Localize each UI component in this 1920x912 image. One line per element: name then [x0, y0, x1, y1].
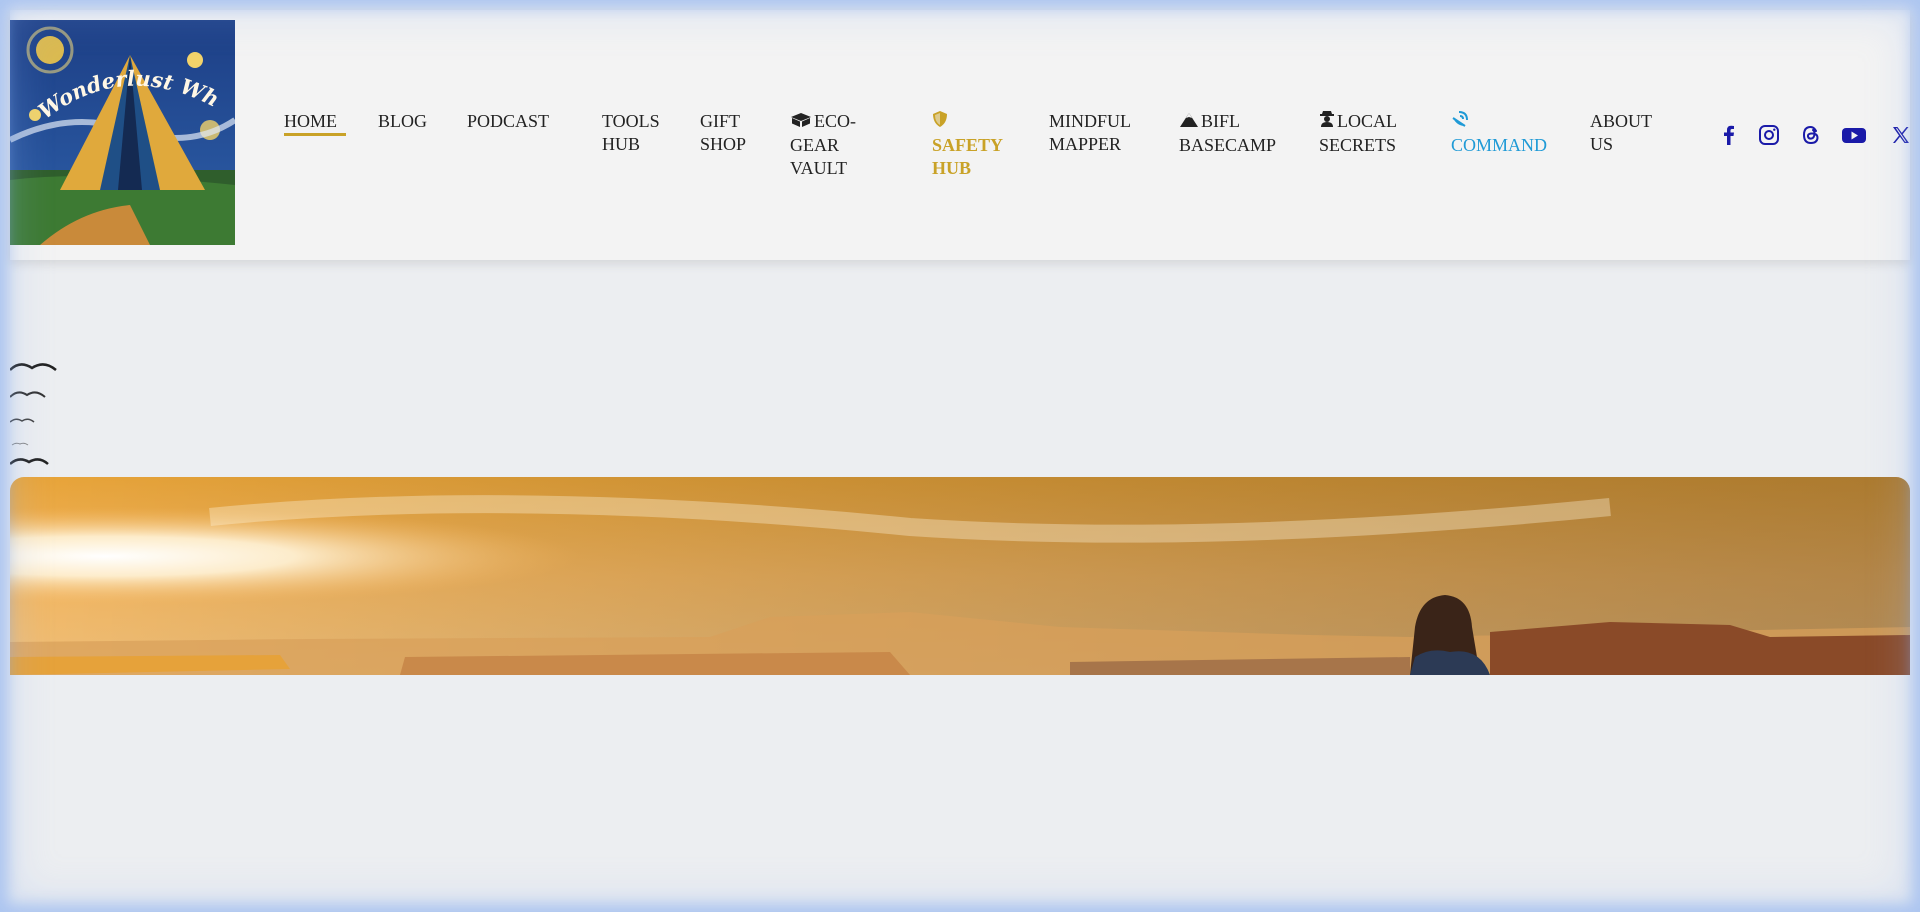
threads-icon[interactable]	[1799, 123, 1823, 147]
nav-blog[interactable]: BLOG	[378, 110, 438, 133]
nav-blog-label: BLOG	[378, 111, 427, 131]
nav-home-label: HOME	[284, 111, 337, 131]
nav-gift-shop[interactable]: GIFT SHOP	[700, 110, 758, 156]
nav-home[interactable]: HOME	[284, 110, 346, 136]
nav-local-secrets[interactable]: LOCAL SECRETS	[1319, 110, 1419, 157]
x-twitter-icon[interactable]	[1889, 123, 1913, 147]
satellite-dish-icon	[1451, 110, 1471, 134]
nav-mindful-mapper-label: MINDFUL MAPPER	[1049, 111, 1131, 154]
hero-image	[10, 477, 1910, 675]
nav-command-label: COMMAND	[1451, 135, 1548, 155]
nav-command[interactable]: COMMAND	[1451, 110, 1561, 157]
nav-safety-hub[interactable]: SAFETY HUB	[932, 110, 1014, 180]
box-open-icon	[790, 111, 812, 134]
nav-podcast[interactable]: PODCAST	[467, 110, 567, 133]
instagram-icon[interactable]	[1757, 123, 1781, 147]
site-logo[interactable]: Wonderlust Whispers	[10, 20, 235, 245]
nav-bifl-basecamp[interactable]: BIFL BASECAMP	[1179, 110, 1289, 157]
nav-about-us-label: ABOUT US	[1590, 111, 1652, 154]
nav-tools-hub[interactable]: TOOLS HUB	[602, 110, 670, 156]
facebook-icon[interactable]	[1717, 123, 1741, 147]
shield-icon	[932, 110, 948, 134]
nav-about-us[interactable]: ABOUT US	[1590, 110, 1660, 156]
mountain-icon	[1179, 111, 1199, 134]
site-header: Wonderlust Whispers HOME BLOG PODCAST TO…	[10, 10, 1910, 260]
nav-safety-hub-label: SAFETY HUB	[932, 135, 1003, 178]
nav-podcast-label: PODCAST	[467, 111, 550, 131]
nav-mindful-mapper[interactable]: MINDFUL MAPPER	[1049, 110, 1141, 156]
decorative-waves	[9, 360, 70, 475]
user-secret-icon	[1319, 110, 1335, 134]
youtube-icon[interactable]	[1841, 123, 1869, 147]
nav-gift-shop-label: GIFT SHOP	[700, 111, 747, 154]
nav-eco-gear-vault[interactable]: ECO-GEAR VAULT	[790, 110, 890, 180]
nav-tools-hub-label: TOOLS HUB	[602, 111, 660, 154]
